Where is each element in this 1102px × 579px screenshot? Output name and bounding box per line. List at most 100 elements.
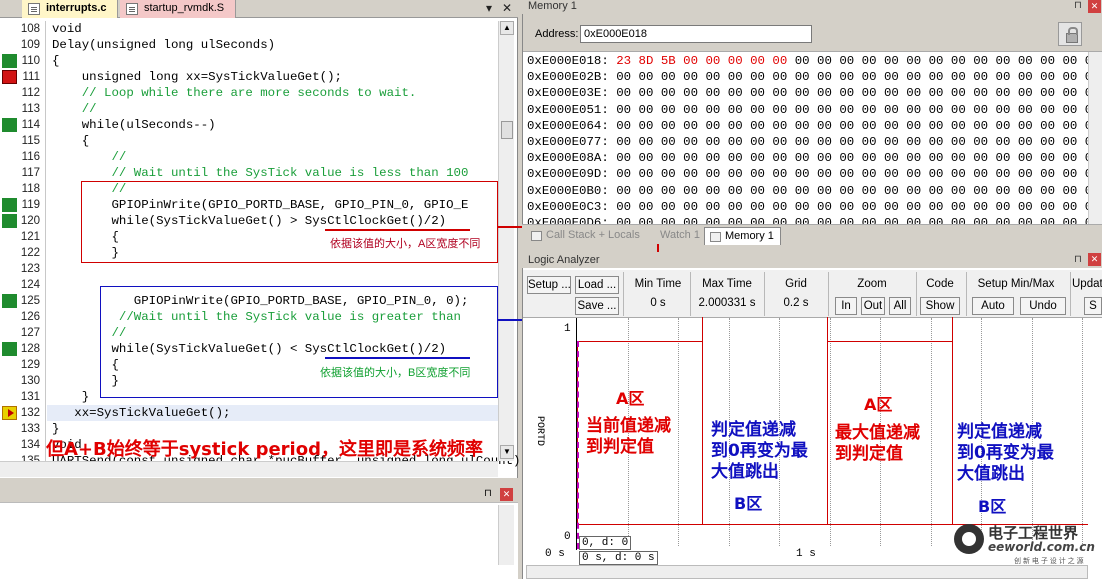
memory-byte[interactable]: 00: [750, 54, 765, 68]
output-panel-scrollbar[interactable]: [498, 505, 514, 565]
memory-byte[interactable]: 00: [996, 151, 1011, 165]
memory-byte[interactable]: 00: [929, 86, 944, 100]
memory-byte[interactable]: 00: [906, 54, 921, 68]
memory-byte[interactable]: 00: [705, 86, 720, 100]
memory-byte[interactable]: 00: [750, 167, 765, 181]
lock-icon[interactable]: [1058, 22, 1082, 46]
line-number[interactable]: 130: [0, 373, 40, 389]
memory-byte[interactable]: 00: [616, 167, 631, 181]
memory-byte[interactable]: 00: [639, 86, 654, 100]
memory-byte[interactable]: 00: [862, 54, 877, 68]
memory-byte[interactable]: 00: [728, 54, 743, 68]
code-line[interactable]: //: [52, 149, 126, 165]
line-number[interactable]: 121: [0, 229, 40, 245]
memory-byte[interactable]: 23: [616, 54, 631, 68]
memory-byte[interactable]: 00: [973, 167, 988, 181]
memory-byte[interactable]: 00: [728, 119, 743, 133]
memory-byte[interactable]: 00: [951, 135, 966, 149]
memory-byte[interactable]: 00: [1062, 119, 1077, 133]
memory-byte[interactable]: 00: [839, 151, 854, 165]
memory-byte[interactable]: 00: [639, 184, 654, 198]
memory-byte[interactable]: 00: [884, 86, 899, 100]
line-number[interactable]: 134: [0, 437, 40, 453]
memory-byte[interactable]: 00: [929, 135, 944, 149]
memory-byte[interactable]: 00: [639, 167, 654, 181]
memory-byte[interactable]: 00: [795, 54, 810, 68]
memory-byte[interactable]: 00: [750, 70, 765, 84]
line-number[interactable]: 117: [0, 165, 40, 181]
tab-memory-1[interactable]: Memory 1: [704, 227, 781, 245]
memory-byte[interactable]: 00: [973, 70, 988, 84]
memory-byte[interactable]: 00: [839, 54, 854, 68]
memory-row[interactable]: 0xE000E08A: 00 00 00 00 00 00 00 00 00 0…: [527, 150, 1102, 166]
memory-byte[interactable]: 00: [906, 135, 921, 149]
memory-byte[interactable]: 00: [951, 70, 966, 84]
code-line[interactable]: {: [52, 53, 59, 69]
memory-byte[interactable]: 00: [1062, 103, 1077, 117]
memory-byte[interactable]: 00: [1062, 86, 1077, 100]
memory-byte[interactable]: 00: [661, 200, 676, 214]
tab-watch-1[interactable]: Watch 1: [654, 227, 706, 245]
memory-byte[interactable]: 00: [906, 184, 921, 198]
memory-byte[interactable]: 00: [1018, 167, 1033, 181]
memory-byte[interactable]: 00: [929, 167, 944, 181]
memory-byte[interactable]: 00: [973, 119, 988, 133]
memory-byte[interactable]: 00: [772, 167, 787, 181]
memory-byte[interactable]: 00: [862, 184, 877, 198]
memory-row[interactable]: 0xE000E03E: 00 00 00 00 00 00 00 00 00 0…: [527, 85, 1102, 101]
memory-byte[interactable]: 00: [772, 70, 787, 84]
memory-byte[interactable]: 00: [795, 167, 810, 181]
memory-byte[interactable]: 00: [884, 119, 899, 133]
memory-byte[interactable]: 00: [884, 167, 899, 181]
memory-byte[interactable]: 00: [1040, 119, 1055, 133]
zoom-out-button[interactable]: Out: [861, 297, 885, 315]
code-line[interactable]: while(ulSeconds--): [52, 117, 216, 133]
memory-byte[interactable]: 00: [705, 70, 720, 84]
close-icon[interactable]: ✕: [500, 488, 513, 501]
memory-byte[interactable]: 00: [996, 135, 1011, 149]
memory-byte[interactable]: 00: [661, 119, 676, 133]
executed-line-icon[interactable]: [2, 198, 17, 212]
memory-byte[interactable]: 00: [795, 200, 810, 214]
line-number[interactable]: 129: [0, 357, 40, 373]
memory-byte[interactable]: 00: [817, 86, 832, 100]
memory-byte[interactable]: 8D: [639, 54, 654, 68]
code-line[interactable]: xx=SysTickValueGet();: [52, 405, 230, 421]
memory-byte[interactable]: 00: [705, 103, 720, 117]
tab-dropdown-icon[interactable]: ▾: [482, 1, 496, 16]
close-icon[interactable]: ✕: [1088, 253, 1101, 266]
tab-interrupts-c[interactable]: interrupts.c: [22, 0, 118, 18]
code-line[interactable]: // Wait until the SysTick value is less …: [52, 165, 468, 181]
memory-byte[interactable]: 00: [705, 54, 720, 68]
memory-byte[interactable]: 00: [817, 54, 832, 68]
memory-byte[interactable]: 00: [1018, 151, 1033, 165]
memory-byte[interactable]: 00: [728, 103, 743, 117]
memory-byte[interactable]: 00: [750, 86, 765, 100]
memory-byte[interactable]: 00: [750, 200, 765, 214]
memory-byte[interactable]: 00: [996, 167, 1011, 181]
memory-byte[interactable]: 00: [795, 103, 810, 117]
breakpoint-icon[interactable]: [2, 70, 17, 84]
memory-byte[interactable]: 00: [1018, 70, 1033, 84]
memory-byte[interactable]: 00: [929, 200, 944, 214]
memory-row[interactable]: 0xE000E077: 00 00 00 00 00 00 00 00 00 0…: [527, 134, 1102, 150]
memory-byte[interactable]: 00: [639, 119, 654, 133]
memory-byte[interactable]: 00: [728, 135, 743, 149]
memory-byte[interactable]: 00: [996, 103, 1011, 117]
memory-byte[interactable]: 00: [683, 70, 698, 84]
line-number[interactable]: 116: [0, 149, 40, 165]
memory-byte[interactable]: 00: [616, 119, 631, 133]
memory-byte[interactable]: 00: [1062, 167, 1077, 181]
code-line[interactable]: void: [52, 21, 82, 37]
line-number[interactable]: 118: [0, 181, 40, 197]
memory-byte[interactable]: 00: [817, 70, 832, 84]
memory-byte[interactable]: 00: [906, 103, 921, 117]
memory-byte[interactable]: 00: [906, 200, 921, 214]
close-icon[interactable]: ✕: [500, 1, 514, 16]
line-number[interactable]: 127: [0, 325, 40, 341]
memory-byte[interactable]: 00: [862, 151, 877, 165]
executed-line-icon[interactable]: [2, 294, 17, 308]
memory-byte[interactable]: 00: [772, 119, 787, 133]
line-number[interactable]: 124: [0, 277, 40, 293]
memory-byte[interactable]: 00: [973, 86, 988, 100]
